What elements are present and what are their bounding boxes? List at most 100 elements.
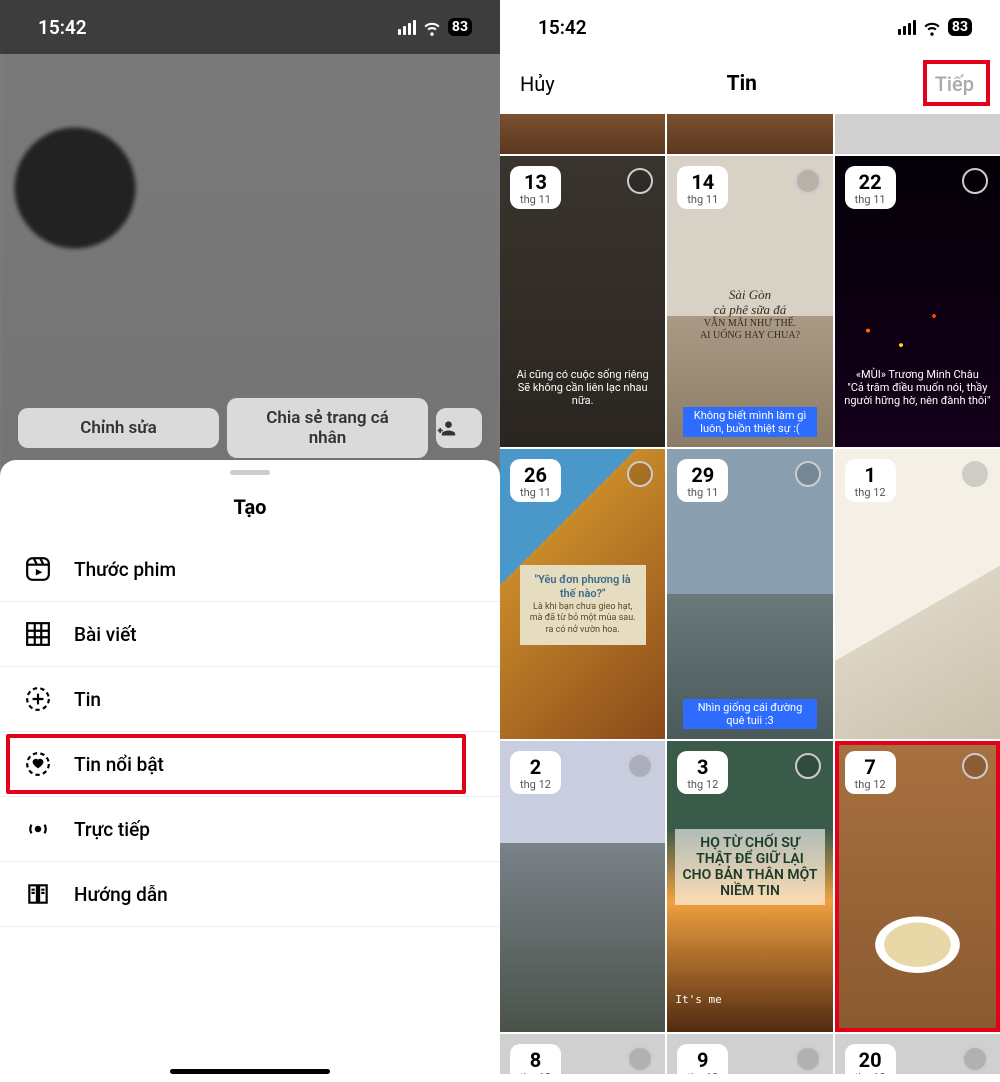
cancel-button[interactable]: Hủy [520, 72, 555, 96]
cellular-icon [898, 20, 916, 35]
select-circle[interactable] [795, 1046, 821, 1072]
date-badge: 20 thg 12 [845, 1044, 896, 1074]
date-day: 8 [520, 1050, 551, 1070]
date-month: thg 11 [520, 487, 551, 498]
select-circle[interactable] [962, 168, 988, 194]
live-icon [24, 815, 52, 843]
menu-item-live[interactable]: Trực tiếp [0, 797, 500, 862]
story-sign-text: Sài Gòncà phê sữa đáVẪN MÃI NHƯ THẾ.AI U… [684, 287, 816, 342]
sheet-handle[interactable] [230, 470, 270, 475]
share-profile-button[interactable]: Chia sẻ trang cá nhân [227, 398, 428, 458]
select-circle[interactable] [627, 461, 653, 487]
highlight-icon [24, 750, 52, 778]
date-month: thg 11 [520, 194, 551, 205]
create-bottom-sheet: Tạo Thước phimBài viếtTinTin nổi bậtTrực… [0, 460, 500, 1082]
story-cell[interactable]: 13 thg 11 Ai cũng có cuộc sống riêngSẽ khô… [500, 156, 665, 447]
story-icon [24, 685, 52, 713]
story-cell[interactable]: 9 thg 12 [667, 1034, 832, 1074]
story-cell[interactable]: 20 thg 12 [835, 1034, 1000, 1074]
story-caption: Ai cũng có cuộc sống riêngSẽ không cần l… [508, 368, 657, 407]
status-time: 15:42 [538, 16, 587, 39]
menu-item-label: Tin [74, 688, 101, 711]
date-day: 26 [520, 465, 551, 485]
date-badge: 22 thg 11 [845, 166, 896, 209]
date-day: 22 [855, 172, 886, 192]
story-cell[interactable]: 8 thg 12 [500, 1034, 665, 1074]
menu-item-guide[interactable]: Hướng dẫn [0, 862, 500, 927]
battery-badge: 83 [448, 18, 472, 36]
date-month: thg 12 [520, 1072, 551, 1074]
add-friend-button[interactable] [436, 408, 482, 448]
story-cell[interactable]: 26thg 11"Yêu đơn phương là thế nào?"Là k… [500, 449, 665, 740]
story-cell-partial[interactable] [835, 114, 1000, 154]
status-bar: 15:42 83 [0, 0, 500, 54]
profile-buttons-row: Chỉnh sửa Chia sẻ trang cá nhân [0, 398, 500, 458]
story-cell[interactable]: 7 thg 12 [835, 741, 1000, 1032]
date-day: 1 [855, 465, 886, 485]
grid-icon [24, 620, 52, 648]
date-day: 9 [687, 1050, 718, 1070]
date-badge: 1 thg 12 [845, 459, 896, 502]
home-indicator[interactable] [170, 1069, 330, 1074]
story-cell[interactable]: 3thg 12 HỌ TỪ CHỐI SỰ THẬT ĐỂ GIỮ LẠI CHO… [667, 741, 832, 1032]
select-circle[interactable] [627, 1046, 653, 1072]
date-day: 13 [520, 172, 551, 192]
menu-item-label: Trực tiếp [74, 818, 150, 841]
date-badge: 2thg 12 [510, 751, 561, 794]
menu-item-label: Thước phim [74, 558, 176, 581]
reel-icon [24, 555, 52, 583]
story-cell[interactable]: 22 thg 11 «MÙI» Trương Minh Châu"Cả trăm đ… [835, 156, 1000, 447]
date-badge: 14thg 11 [677, 166, 728, 209]
picker-title: Tin [727, 72, 757, 96]
menu-item-label: Tin nổi bật [74, 753, 164, 776]
date-badge: 9 thg 12 [677, 1044, 728, 1074]
story-caption: «MÙI» Trương Minh Châu"Cả trăm điều muốn… [843, 368, 992, 407]
menu-item-label: Hướng dẫn [74, 883, 168, 906]
date-badge: 7 thg 12 [845, 751, 896, 794]
story-cell[interactable]: 2thg 12 [500, 741, 665, 1032]
select-circle[interactable] [795, 168, 821, 194]
story-cell-partial[interactable] [500, 114, 665, 154]
left-phone-screenshot: 15:42 83 Chỉnh sửa Chia sẻ trang cá nhân… [0, 0, 500, 1082]
date-month: thg 11 [687, 194, 718, 205]
wifi-icon [922, 17, 942, 37]
edit-profile-button[interactable]: Chỉnh sửa [18, 408, 219, 448]
select-circle[interactable] [627, 168, 653, 194]
select-circle[interactable] [962, 753, 988, 779]
select-circle[interactable] [962, 1046, 988, 1072]
date-month: thg 12 [855, 1072, 886, 1074]
story-cell[interactable]: 1 thg 12 [835, 449, 1000, 740]
select-circle[interactable] [795, 753, 821, 779]
story-grid: 13thg 11Ai cũng có cuộc sống riêngSẽ khô… [500, 114, 1000, 1074]
date-badge: 13 thg 11 [510, 166, 561, 209]
menu-item-label: Bài viết [74, 623, 137, 646]
menu-item-reel[interactable]: Thước phim [0, 537, 500, 602]
guide-icon [24, 880, 52, 908]
date-badge: 26 thg 11 [510, 459, 561, 502]
date-badge: 8 thg 12 [510, 1044, 561, 1074]
date-day: 20 [855, 1050, 886, 1070]
story-picker-header: Hủy Tin Tiếp [500, 54, 1000, 114]
story-overlay-title: HỌ TỪ CHỐI SỰ THẬT ĐỂ GIỮ LẠI CHO BẢN TH… [675, 829, 824, 905]
next-button[interactable]: Tiếp [929, 68, 980, 100]
story-cell-partial[interactable] [667, 114, 832, 154]
select-circle[interactable] [962, 461, 988, 487]
story-cell[interactable]: 29thg 11Nhìn giống cái đường quê tuii :3 [667, 449, 832, 740]
add-person-icon [436, 418, 456, 438]
date-badge: 29thg 11 [677, 459, 728, 502]
date-month: thg 12 [855, 487, 886, 498]
menu-item-highlight[interactable]: Tin nổi bật [0, 732, 500, 797]
select-circle[interactable] [627, 753, 653, 779]
date-day: 7 [855, 757, 886, 777]
story-cell[interactable]: 14thg 11 Sài Gòncà phê sữa đáVẪN MÃI NHƯ … [667, 156, 832, 447]
date-month: thg 12 [855, 779, 886, 790]
cellular-icon [398, 20, 416, 35]
date-month: thg 11 [855, 194, 886, 205]
menu-item-story[interactable]: Tin [0, 667, 500, 732]
menu-item-grid[interactable]: Bài viết [0, 602, 500, 667]
select-circle[interactable] [795, 461, 821, 487]
date-badge: 3thg 12 [677, 751, 728, 794]
date-month: thg 12 [687, 1072, 718, 1074]
date-month: thg 12 [520, 779, 551, 790]
date-day: 3 [687, 757, 718, 777]
